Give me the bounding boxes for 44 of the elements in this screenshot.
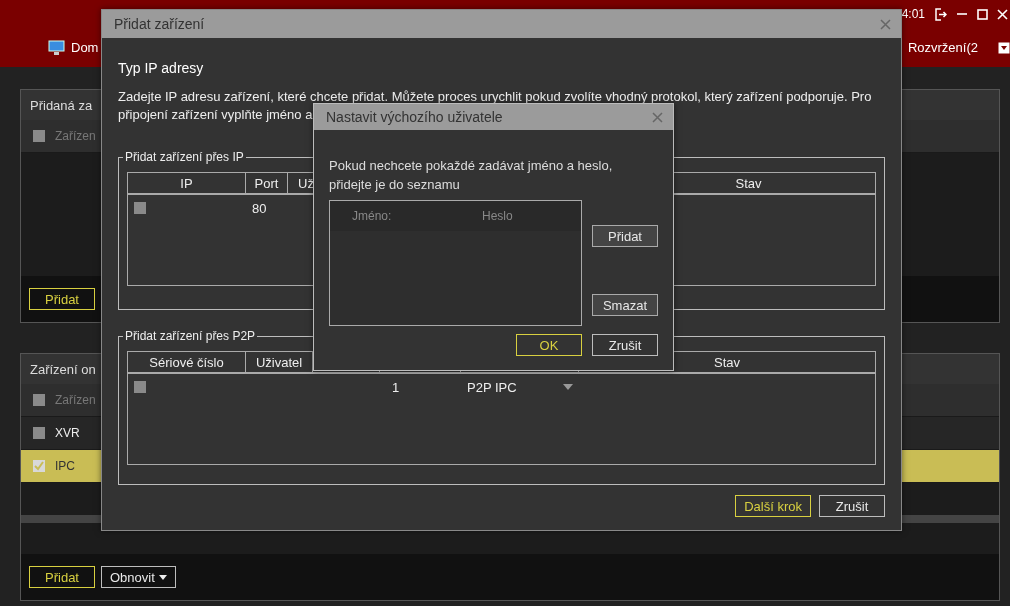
layout-menu[interactable]: Rozvržení(2 [907, 40, 978, 55]
checkbox[interactable] [33, 394, 45, 406]
instruction-text: Pokud nechcete pokaždé zadávat jméno a heslo, přidejte je do seznamu [329, 157, 614, 194]
refresh-button[interactable]: Obnovit [101, 566, 176, 588]
add-button[interactable]: Přidat [29, 566, 95, 588]
device-type: XVR [55, 426, 80, 440]
column-header: Už [298, 175, 314, 191]
checkmark-icon [34, 461, 44, 471]
cancel-button[interactable]: Zrušit [592, 334, 658, 356]
checkbox[interactable] [33, 130, 45, 142]
section-heading: Typ IP adresy [118, 60, 205, 76]
add-button[interactable]: Přidat [592, 225, 658, 247]
logout-icon[interactable] [934, 7, 947, 21]
group-title: Přidat zařízení přes P2P [124, 329, 257, 343]
caret-icon [158, 574, 167, 580]
column-header: Sériové číslo [149, 354, 224, 370]
maximize-icon[interactable] [977, 8, 988, 20]
description-line: Zadejte IP adresu zařízení, které chcete přidat. Můžete proces urychlit pokud zvolíte vhodný protokol, který zařízení podporuje. Pro [118, 88, 872, 106]
menu-item[interactable]: Dom [71, 40, 99, 55]
column-header: Stav [714, 354, 740, 370]
add-button[interactable]: Přidat [29, 288, 95, 310]
monitor-icon [48, 39, 65, 56]
checkbox[interactable] [134, 202, 146, 214]
delete-button[interactable]: Smazat [592, 294, 658, 316]
column-header: Heslo [481, 209, 514, 223]
cancel-button[interactable]: Zrušit [819, 495, 885, 517]
column-header: Jméno: [351, 209, 393, 223]
checkbox[interactable] [33, 460, 45, 472]
column-header: Zařízen [55, 129, 96, 143]
checkbox[interactable] [134, 381, 146, 393]
column-header: IP [180, 175, 193, 191]
column-header: Stav [735, 175, 762, 191]
ok-button[interactable]: OK [516, 334, 582, 356]
group-title: Přidat zařízení přes IP [124, 150, 245, 164]
dropdown-icon[interactable] [998, 41, 1010, 54]
port-cell: 80 [252, 200, 267, 216]
column-header: Port [254, 175, 279, 191]
checkbox[interactable] [33, 427, 45, 439]
next-step-button[interactable]: Další krok [735, 495, 811, 517]
column-header: Uživatel [255, 354, 303, 370]
clock-time: 4:01 [901, 7, 925, 21]
dialog-title: Přidat zařízení [114, 16, 205, 32]
device-type: IPC [55, 459, 75, 473]
column-header: Zařízen [55, 393, 96, 407]
